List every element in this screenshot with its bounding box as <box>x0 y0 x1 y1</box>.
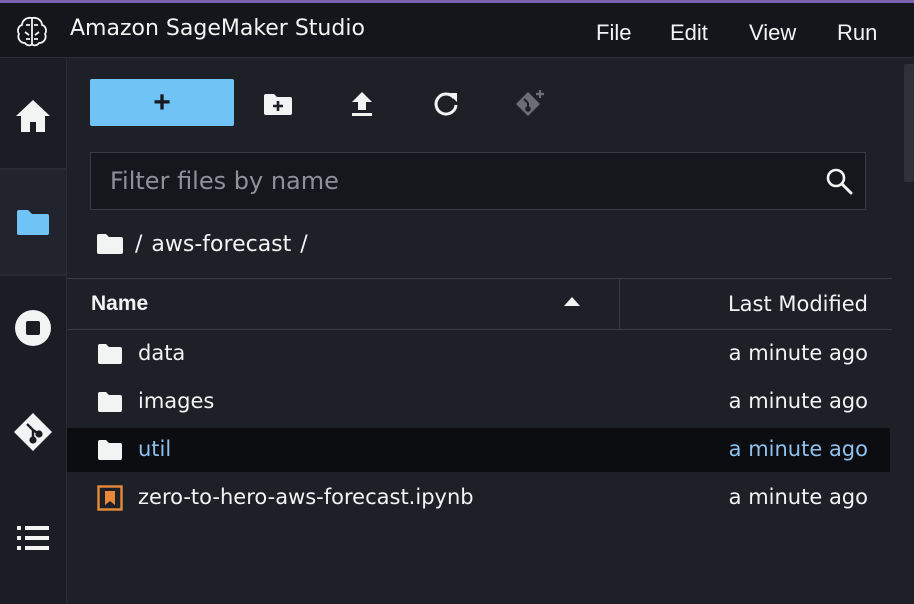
column-divider[interactable] <box>619 279 620 329</box>
file-row-util[interactable]: util a minute ago <box>67 428 890 472</box>
filter-files-input[interactable] <box>91 153 811 209</box>
folder-icon <box>17 210 49 235</box>
search-icon[interactable] <box>825 167 853 195</box>
file-name: data <box>138 341 186 365</box>
sidebar-item-running-kernels[interactable] <box>0 276 66 380</box>
sidebar-item-file-browser[interactable] <box>0 170 66 274</box>
file-name: images <box>138 389 215 413</box>
breadcrumb-separator: / <box>300 231 308 257</box>
filter-box <box>90 152 866 210</box>
stop-circle-icon <box>15 310 51 346</box>
sidebar-item-home[interactable] <box>0 64 66 168</box>
activity-sidebar <box>0 58 67 604</box>
notebook-icon <box>97 485 123 511</box>
file-name: util <box>138 437 172 461</box>
breadcrumb: / aws-forecast / <box>96 228 308 260</box>
folder-icon <box>98 440 122 460</box>
list-icon <box>17 526 49 550</box>
file-browser-panel <box>67 58 894 604</box>
column-header-name[interactable]: Name <box>91 292 148 316</box>
menu-edit[interactable]: Edit <box>670 20 708 46</box>
app-title: Amazon SageMaker Studio <box>70 16 365 41</box>
new-launcher-button[interactable]: + <box>90 79 234 126</box>
file-row-images[interactable]: images a minute ago <box>67 380 890 424</box>
folder-icon <box>98 344 122 364</box>
git-icon <box>14 413 52 451</box>
breadcrumb-aws-forecast[interactable]: aws-forecast <box>151 232 291 257</box>
folder-icon <box>98 392 122 412</box>
file-last-modified: a minute ago <box>728 341 868 365</box>
breadcrumb-separator: / <box>135 231 143 257</box>
sagemaker-brain-icon <box>17 16 47 47</box>
home-folder-icon[interactable] <box>96 233 124 255</box>
menu-view[interactable]: View <box>749 20 796 46</box>
file-row-data[interactable]: data a minute ago <box>67 332 890 376</box>
new-folder-icon <box>264 94 292 115</box>
sidebar-item-table-of-contents[interactable] <box>0 486 66 590</box>
menu-file[interactable]: File <box>596 20 631 46</box>
refresh-button[interactable] <box>426 84 466 124</box>
file-last-modified: a minute ago <box>728 485 868 509</box>
file-list-header: Name Last Modified <box>67 278 892 330</box>
file-last-modified: a minute ago <box>728 389 868 413</box>
menu-run[interactable]: Run <box>837 20 877 46</box>
file-row-notebook[interactable]: zero-to-hero-aws-forecast.ipynb a minute… <box>67 476 890 520</box>
home-icon <box>16 100 50 132</box>
file-name: zero-to-hero-aws-forecast.ipynb <box>138 485 474 509</box>
upload-icon <box>352 92 372 116</box>
git-clone-button[interactable] <box>510 84 550 124</box>
new-launcher-label: + <box>153 85 171 119</box>
sort-ascending-icon[interactable] <box>564 297 580 306</box>
upload-button[interactable] <box>342 84 382 124</box>
menu-bar: Amazon SageMaker Studio File Edit View R… <box>0 3 914 58</box>
column-header-last-modified[interactable]: Last Modified <box>728 292 868 316</box>
git-clone-icon <box>516 90 544 116</box>
new-folder-button[interactable] <box>258 84 298 124</box>
refresh-icon <box>434 92 458 116</box>
file-last-modified: a minute ago <box>728 437 868 461</box>
sidebar-item-git[interactable] <box>0 380 66 484</box>
scrollbar-thumb[interactable] <box>904 64 914 182</box>
